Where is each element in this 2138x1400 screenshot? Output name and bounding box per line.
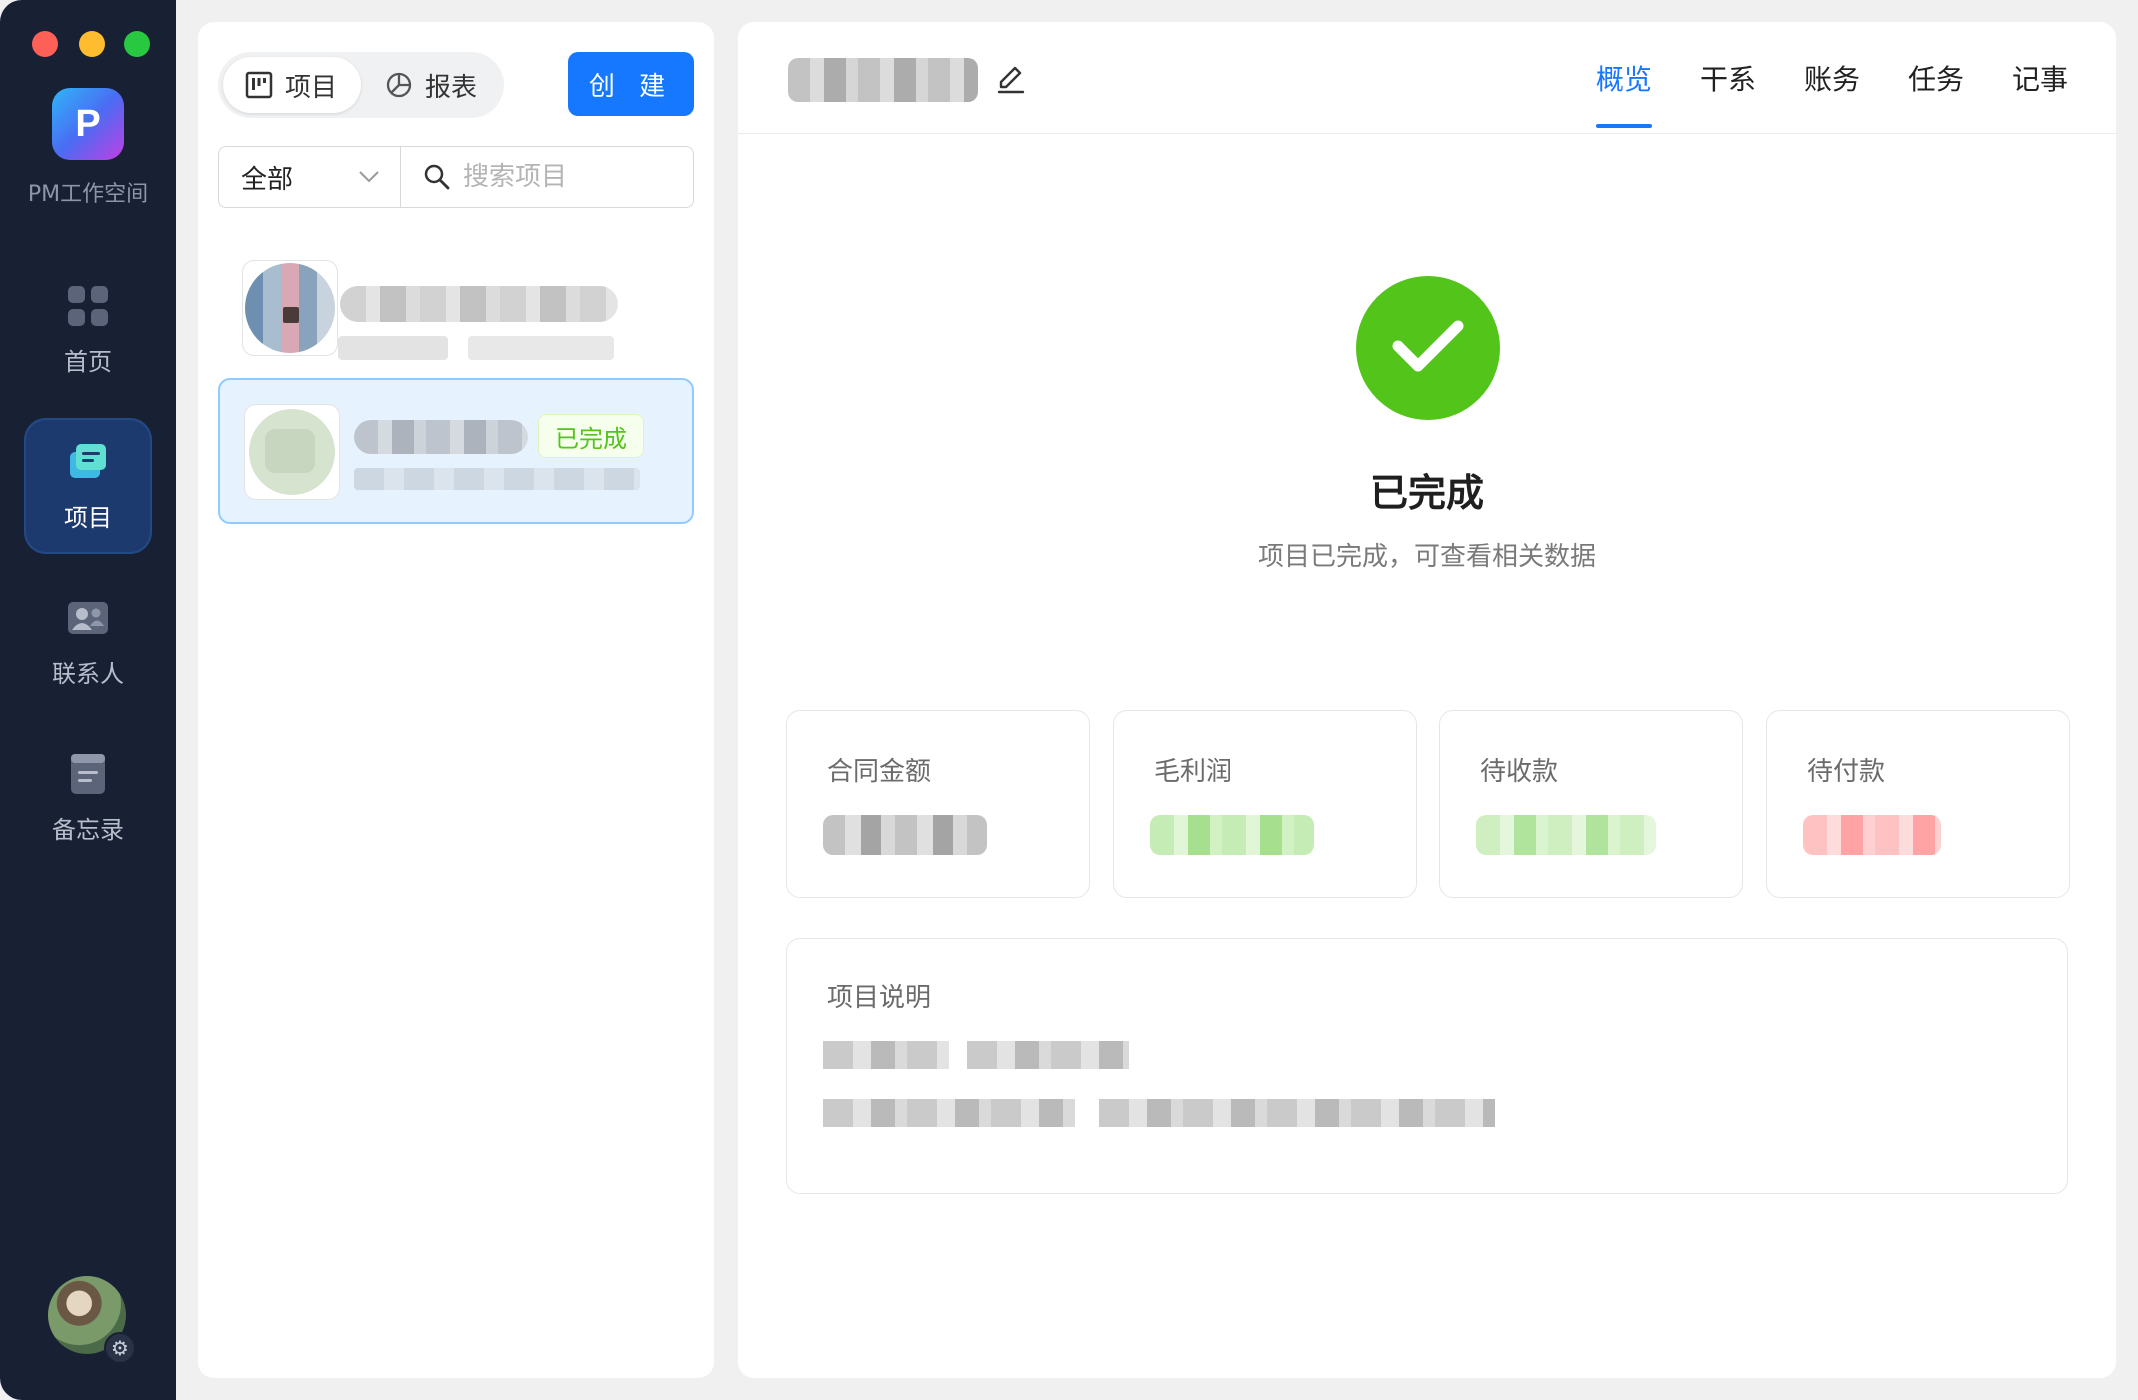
segment-label: 项目 [285, 72, 338, 103]
sidebar-item-label: 项目 [64, 503, 112, 532]
close-window-button[interactable] [32, 31, 58, 57]
stat-value [1476, 815, 1656, 855]
project-list-item[interactable]: 已完成 [218, 378, 694, 524]
chevron-down-icon [359, 171, 379, 183]
stat-card-receivable: 待收款 [1439, 710, 1743, 898]
sidebar: P PM工作空间 首页 项目 联系人 备忘录 ⚙ [0, 0, 176, 1400]
sidebar-item-contacts[interactable]: 联系人 [24, 574, 152, 710]
result-subtitle: 项目已完成，可查看相关数据 [1257, 542, 1596, 572]
grid-icon [68, 285, 108, 326]
stat-card-gross-profit: 毛利润 [1113, 710, 1417, 898]
status-badge: 已完成 [538, 414, 644, 458]
maximize-window-button[interactable] [124, 31, 150, 57]
description-title: 项目说明 [827, 983, 932, 1013]
tab-accounts[interactable]: 账务 [1804, 22, 1860, 134]
description-text [823, 1099, 1075, 1127]
project-title [788, 58, 978, 102]
app-window: P PM工作空间 首页 项目 联系人 备忘录 ⚙ 项目 报表 创 建 全部 搜索… [0, 0, 2138, 1400]
project-filter-bar: 全部 [218, 146, 694, 208]
sidebar-item-label: 首页 [64, 347, 112, 376]
app-name: PM工作空间 [27, 182, 149, 207]
stat-label: 待付款 [1807, 757, 1886, 787]
result-title: 已完成 [1369, 471, 1484, 515]
tab-overview[interactable]: 概览 [1595, 22, 1652, 134]
success-check-icon [1356, 276, 1500, 420]
segment-label: 报表 [425, 72, 478, 103]
sidebar-item-home[interactable]: 首页 [24, 262, 152, 398]
project-list-panel: 项目 报表 创 建 全部 搜索项目 已完成 [198, 22, 714, 1378]
tab-tasks[interactable]: 任务 [1908, 22, 1964, 134]
pie-chart-icon [386, 72, 412, 98]
project-thumbnail [244, 404, 340, 500]
stat-value [1150, 815, 1314, 855]
status-select[interactable]: 全部 [219, 147, 401, 207]
status-select-value: 全部 [241, 164, 294, 195]
search-input[interactable] [463, 162, 693, 192]
stat-label: 毛利润 [1154, 757, 1233, 787]
project-list-item[interactable] [218, 240, 694, 386]
memo-icon [71, 753, 105, 794]
stat-value [823, 815, 987, 855]
contacts-icon [68, 601, 108, 634]
project-detail-panel: 概览 干系 账务 任务 记事 已完成 项目已完成，可查看相关数据 合同金额 毛利… [738, 22, 2116, 1378]
stat-card-contract-amount: 合同金额 [786, 710, 1090, 898]
project-description-card: 项目说明 [786, 938, 2068, 1194]
detail-tabs: 概览 干系 账务 任务 记事 [1595, 22, 2068, 134]
minimize-window-button[interactable] [79, 31, 105, 57]
search-icon [424, 164, 450, 190]
stat-card-payable: 待付款 [1766, 710, 2070, 898]
search-box [401, 147, 693, 207]
segment-projects[interactable]: 项目 [223, 57, 361, 113]
sidebar-item-label: 联系人 [52, 659, 124, 688]
sidebar-item-memo[interactable]: 备忘录 [24, 730, 152, 866]
tab-stakeholders[interactable]: 干系 [1700, 22, 1756, 134]
detail-header: 概览 干系 账务 任务 记事 [738, 22, 2116, 134]
stat-value [1803, 815, 1941, 855]
project-thumbnail [242, 260, 338, 356]
gear-icon[interactable]: ⚙ [104, 1332, 136, 1364]
stat-label: 待收款 [1480, 757, 1559, 787]
board-icon [245, 71, 273, 99]
create-button[interactable]: 创 建 [568, 52, 694, 116]
description-text [823, 1041, 949, 1069]
segment-reports[interactable]: 报表 [363, 57, 499, 113]
app-logo: P [52, 88, 124, 160]
app-logo-letter: P [75, 102, 101, 145]
description-text [1099, 1099, 1495, 1127]
view-segmented-control: 项目 报表 [218, 52, 504, 118]
edit-icon[interactable] [994, 62, 1028, 96]
description-text [967, 1041, 1129, 1069]
sidebar-item-projects[interactable]: 项目 [24, 418, 152, 554]
project-icon [70, 443, 106, 478]
sidebar-item-label: 备忘录 [52, 815, 124, 844]
stat-label: 合同金额 [827, 757, 932, 787]
tab-notes[interactable]: 记事 [2012, 22, 2068, 134]
